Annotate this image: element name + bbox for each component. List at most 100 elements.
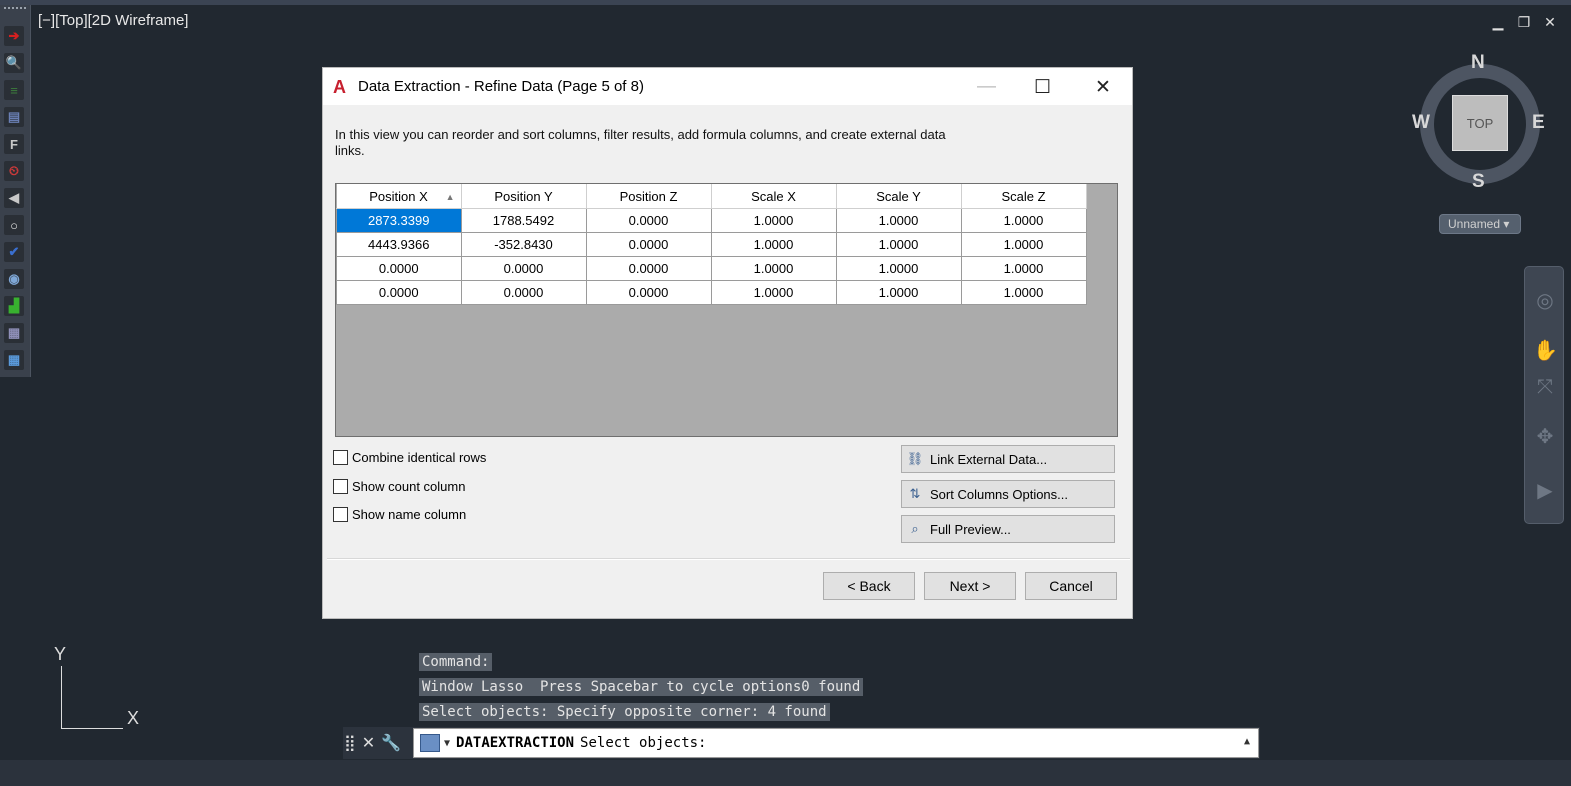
table-cell[interactable]: 1.0000 xyxy=(710,232,837,257)
table-cell[interactable]: 1.0000 xyxy=(835,208,962,233)
table-cell[interactable]: 1.0000 xyxy=(835,232,962,257)
ucs-y-label: Y xyxy=(54,644,67,664)
viewport-minimize-icon[interactable]: ▁ xyxy=(1491,14,1505,31)
command-input[interactable]: ▼ DATAEXTRACTION Select objects: ▲ xyxy=(413,728,1259,758)
show-count-column-checkbox[interactable] xyxy=(333,479,348,494)
sort-columns-options-button[interactable]: ⇅ Sort Columns Options... xyxy=(901,480,1115,508)
command-line-tools: ⣿ ✕ 🔧 xyxy=(344,731,412,755)
table-cell[interactable]: 1788.5492 xyxy=(460,208,587,233)
table-cell[interactable]: 1.0000 xyxy=(960,280,1087,305)
table-cell[interactable]: 0.0000 xyxy=(585,256,712,281)
zoom-icon[interactable]: 🔍 xyxy=(4,53,24,73)
table-cell[interactable]: 0.0000 xyxy=(585,280,712,305)
combine-identical-rows-label: Combine identical rows xyxy=(352,450,487,465)
show-count-column-option[interactable]: Show count column xyxy=(333,479,465,494)
steering-wheel-icon[interactable]: ◎ xyxy=(1533,289,1557,313)
command-recent-caret-icon[interactable]: ▼ xyxy=(444,738,450,749)
book-icon[interactable]: ▤ xyxy=(4,107,24,127)
table-cell[interactable]: 0.0000 xyxy=(585,208,712,233)
compass-north[interactable]: N xyxy=(1471,52,1485,74)
table-row[interactable]: 0.0000 0.0000 0.0000 1.0000 1.0000 1.000… xyxy=(336,256,1087,281)
command-customize-icon[interactable]: 🔧 xyxy=(381,733,401,753)
pan-icon[interactable]: ✋ xyxy=(1533,339,1558,363)
preview-icon: ⌕ xyxy=(911,521,919,536)
command-history-up-icon[interactable]: ▲ xyxy=(1244,736,1250,747)
data-grid[interactable]: Position X ▲ Position Y Position Z Scale … xyxy=(335,183,1118,437)
ucs-x-label: X xyxy=(127,708,140,728)
table-row[interactable]: 0.0000 0.0000 0.0000 1.0000 1.0000 1.000… xyxy=(336,280,1087,305)
check-icon[interactable]: ✔ xyxy=(4,242,24,262)
showmotion-icon[interactable]: ▶ xyxy=(1533,479,1557,503)
table-icon[interactable]: ▦ xyxy=(4,323,24,343)
table-cell[interactable]: 2873.3399 xyxy=(336,208,462,233)
table-cell[interactable]: 4443.9366 xyxy=(336,232,462,257)
zoom-extents-icon[interactable]: ⤧ xyxy=(1533,375,1557,399)
show-name-column-checkbox[interactable] xyxy=(333,507,348,522)
link-icon: ⛓ xyxy=(906,451,924,466)
table-cell[interactable]: 0.0000 xyxy=(336,256,462,281)
field-icon[interactable]: F xyxy=(4,134,24,154)
status-bar xyxy=(0,760,1571,786)
stairs-icon[interactable]: ▟ xyxy=(4,296,24,316)
full-preview-button[interactable]: ⌕ Full Preview... xyxy=(901,515,1115,543)
column-header-scale-y[interactable]: Scale Y xyxy=(836,184,962,209)
viewcube[interactable]: TOP N S E W xyxy=(1412,52,1546,193)
combine-identical-rows-option[interactable]: Combine identical rows xyxy=(333,450,486,465)
column-header-position-z[interactable]: Position Z xyxy=(586,184,712,209)
table-row[interactable]: 4443.9366 -352.8430 0.0000 1.0000 1.0000… xyxy=(336,232,1087,257)
navigation-bar: ◎ ✋ ⤧ ✥ ▶ xyxy=(1524,266,1564,524)
table-cell[interactable]: 0.0000 xyxy=(585,232,712,257)
command-type-icon[interactable] xyxy=(420,734,440,752)
show-name-column-label: Show name column xyxy=(352,507,467,522)
table-cell[interactable]: 1.0000 xyxy=(960,256,1087,281)
table-cell[interactable]: -352.8430 xyxy=(460,232,587,257)
table-cell[interactable]: 1.0000 xyxy=(835,280,962,305)
layers-icon[interactable]: ≡ xyxy=(4,80,24,100)
dialog-title-bar[interactable]: A Data Extraction - Refine Data (Page 5 … xyxy=(323,68,1132,105)
table-cell[interactable]: 0.0000 xyxy=(460,256,587,281)
table-cell[interactable]: 1.0000 xyxy=(710,208,837,233)
orbit-icon[interactable]: ✥ xyxy=(1533,425,1557,449)
table-cell[interactable]: 1.0000 xyxy=(835,256,962,281)
ucs-menu[interactable]: Unnamed ▾ xyxy=(1439,214,1521,234)
clock-icon[interactable]: ⏲ xyxy=(4,161,24,181)
column-header-scale-x[interactable]: Scale X xyxy=(711,184,837,209)
dialog-close-icon[interactable]: ✕ xyxy=(1095,76,1111,99)
compass-west[interactable]: W xyxy=(1412,112,1430,134)
arrow-icon[interactable]: ➔ xyxy=(4,26,24,46)
link-external-data-label: Link External Data... xyxy=(930,451,1048,467)
show-name-column-option[interactable]: Show name column xyxy=(333,507,466,522)
camera-icon[interactable]: ◉ xyxy=(4,269,24,289)
table-cell[interactable]: 1.0000 xyxy=(960,208,1087,233)
viewport-close-icon[interactable]: ✕ xyxy=(1543,14,1557,31)
viewport-controls-label[interactable]: [−][Top][2D Wireframe] xyxy=(38,12,188,29)
table-cell[interactable]: 1.0000 xyxy=(710,280,837,305)
cancel-button[interactable]: Cancel xyxy=(1025,572,1117,600)
back-button[interactable]: < Back xyxy=(823,572,915,600)
command-grip-icon[interactable]: ⣿ xyxy=(344,733,356,753)
table-cell[interactable]: 1.0000 xyxy=(710,256,837,281)
grid-icon[interactable]: ▦ xyxy=(4,350,24,370)
command-close-icon[interactable]: ✕ xyxy=(362,733,375,753)
viewcube-top-face[interactable]: TOP xyxy=(1452,95,1508,151)
table-cell[interactable]: 0.0000 xyxy=(336,280,462,305)
data-extraction-dialog: A Data Extraction - Refine Data (Page 5 … xyxy=(322,67,1133,619)
compass-south[interactable]: S xyxy=(1472,171,1485,193)
send-icon[interactable]: ◀ xyxy=(4,188,24,208)
table-row[interactable]: 2873.3399 1788.5492 0.0000 1.0000 1.0000… xyxy=(336,208,1087,233)
toolbar-grip[interactable] xyxy=(4,7,26,19)
column-header-position-x[interactable]: Position X ▲ xyxy=(336,184,462,209)
compass-east[interactable]: E xyxy=(1532,112,1545,134)
dialog-maximize-icon[interactable]: ☐ xyxy=(1034,76,1051,99)
show-count-column-label: Show count column xyxy=(352,479,466,494)
link-external-data-button[interactable]: ⛓ Link External Data... xyxy=(901,445,1115,473)
table-cell[interactable]: 0.0000 xyxy=(460,280,587,305)
column-header-position-y[interactable]: Position Y xyxy=(461,184,587,209)
next-button[interactable]: Next > xyxy=(924,572,1016,600)
viewport-restore-icon[interactable]: ❐ xyxy=(1517,14,1531,31)
magnify-icon[interactable]: ○ xyxy=(4,215,24,235)
combine-identical-rows-checkbox[interactable] xyxy=(333,450,348,465)
table-cell[interactable]: 1.0000 xyxy=(960,232,1087,257)
command-history-line: Window Lasso Press Spacebar to cycle opt… xyxy=(419,678,864,696)
column-header-scale-z[interactable]: Scale Z xyxy=(961,184,1087,209)
